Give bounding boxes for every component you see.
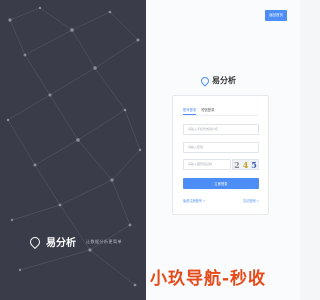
- tab-divider: [181, 115, 259, 116]
- account-input[interactable]: 请输入手机号或用户名: [183, 124, 259, 135]
- app-logo-name: 易分析: [212, 76, 236, 85]
- network-background-graphic: [6, 6, 142, 287]
- captcha-char: 4: [242, 159, 249, 170]
- left-slogan: 让数据分析更简单: [86, 238, 122, 244]
- left-brand-name: 易分析: [46, 238, 76, 249]
- tab-account-login[interactable]: 账号登录: [183, 107, 197, 115]
- captcha-image[interactable]: 2 4 5: [232, 159, 259, 170]
- left-decorative-panel: 易分析 让数据分析更简单: [0, 0, 146, 300]
- captcha-char: 5: [251, 159, 257, 170]
- brand-logo-icon: [27, 234, 43, 249]
- tab-sms-login[interactable]: 短信登录: [201, 107, 214, 115]
- login-card: 账号登录 短信登录 请输入手机号或用户名 请输入密码 请输入图形验证码 2 4 …: [172, 95, 269, 215]
- back-home-button[interactable]: 返回首页: [265, 10, 287, 21]
- watermark-text: 小玖导航-秒收: [150, 269, 267, 289]
- left-brand: 易分析 让数据分析更简单: [27, 234, 122, 249]
- app-logo-icon: [199, 74, 211, 87]
- login-tabs: 账号登录 短信登录: [183, 107, 214, 115]
- captcha-char: 2: [234, 159, 240, 170]
- register-link[interactable]: 免费注册账号 >: [183, 198, 205, 203]
- login-submit-button[interactable]: 立即登录: [183, 178, 259, 189]
- captcha-input[interactable]: 请输入图形验证码: [183, 159, 231, 170]
- login-page: 易分析 让数据分析更简单 返回首页 易分析 账号登录 短信登录 请输入手机号或用…: [0, 0, 300, 300]
- forgot-password-link[interactable]: 忘记密码 >: [243, 198, 259, 203]
- password-input[interactable]: 请输入密码: [183, 142, 259, 153]
- app-logo: 易分析: [199, 74, 236, 87]
